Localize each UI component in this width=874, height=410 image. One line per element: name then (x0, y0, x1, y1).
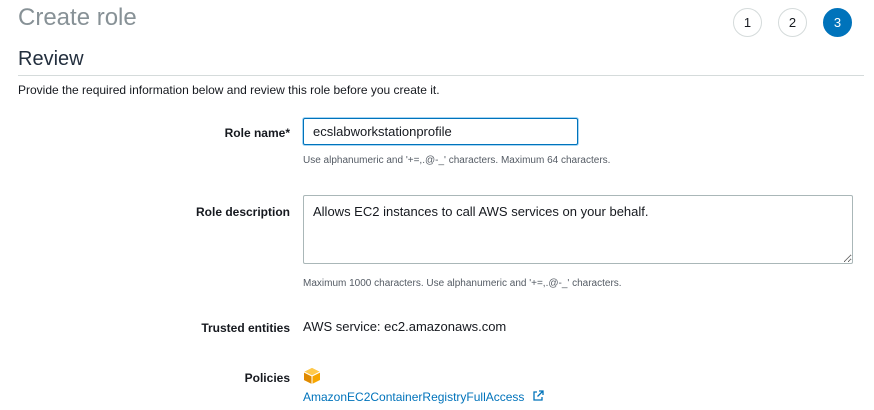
step-3-indicator: 3 (823, 8, 852, 37)
trusted-entities-label: Trusted entities (201, 321, 290, 335)
role-name-label: Role name* (224, 126, 290, 140)
section-heading: Review (18, 48, 84, 70)
page-title: Create role (18, 4, 137, 31)
aws-policy-icon (303, 368, 321, 384)
trusted-entities-value: AWS service: ec2.amazonaws.com (303, 319, 507, 334)
policies-label: Policies (244, 371, 290, 385)
policy-link[interactable]: AmazonEC2ContainerRegistryFullAccess (303, 390, 544, 404)
role-name-input[interactable] (303, 118, 578, 145)
role-name-hint: Use alphanumeric and '+=,.@-_' character… (303, 155, 611, 166)
role-description-label: Role description (195, 205, 290, 219)
section-divider (18, 75, 864, 76)
step-2-indicator[interactable]: 2 (778, 8, 807, 37)
external-link-icon (533, 390, 544, 401)
role-description-textarea[interactable]: Allows EC2 instances to call AWS service… (303, 195, 853, 264)
step-1-indicator[interactable]: 1 (733, 8, 762, 37)
policy-link-label: AmazonEC2ContainerRegistryFullAccess (303, 390, 525, 404)
intro-text: Provide the required information below a… (18, 83, 440, 97)
role-description-hint: Maximum 1000 characters. Use alphanumeri… (303, 278, 622, 289)
wizard-steps: 1 2 3 (733, 8, 852, 37)
